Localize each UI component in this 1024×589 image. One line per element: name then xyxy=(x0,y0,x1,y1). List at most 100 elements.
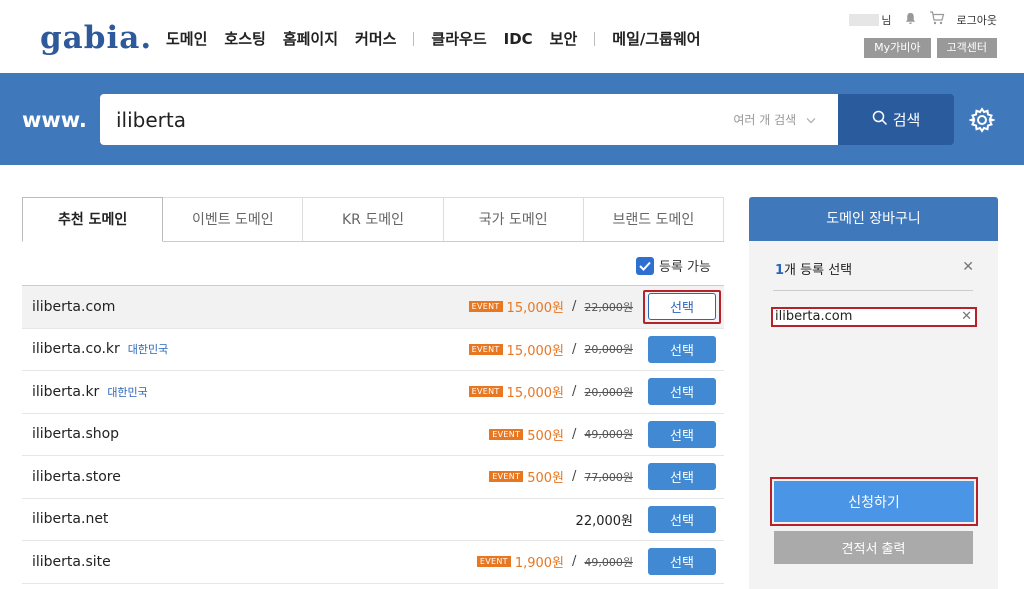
gear-icon[interactable] xyxy=(967,107,997,137)
domain-name: iliberta.shop xyxy=(32,426,120,443)
tab-brand[interactable]: 브랜드 도메인 xyxy=(583,197,725,241)
search-button[interactable]: 검색 xyxy=(838,94,954,145)
cart-count-number: 1 xyxy=(775,263,785,278)
sale-price: 15,000원 xyxy=(506,386,564,402)
cart-count-label: 개 등록 선택 xyxy=(784,263,853,278)
chevron-down-icon xyxy=(800,113,816,127)
price: EVENT 500원 / 49,000원 xyxy=(489,425,633,444)
cart-item: iliberta.com ✕ xyxy=(771,307,977,327)
multi-search-dropdown[interactable]: 여러 개 검색 xyxy=(733,111,816,128)
nav-divider xyxy=(594,31,596,46)
price-separator: / xyxy=(572,469,577,485)
tab-event[interactable]: 이벤트 도메인 xyxy=(163,197,304,241)
nav-idc[interactable]: IDC xyxy=(504,30,533,48)
table-row: iliberta.shop EVENT 500원 / 49,000원 선택 xyxy=(22,414,724,456)
available-only-label: 등록 가능 xyxy=(659,260,711,275)
user-name-masked xyxy=(849,13,880,26)
domain-text: iliberta.co.kr xyxy=(32,341,120,358)
multi-search-label: 여러 개 검색 xyxy=(733,113,797,127)
select-button[interactable]: 선택 xyxy=(648,505,716,533)
table-row: iliberta.kr 대한민국 EVENT 15,000원 / 20,000원 … xyxy=(22,371,724,414)
apply-button[interactable]: 신청하기 xyxy=(774,481,974,522)
domain-name: iliberta.net xyxy=(32,511,109,528)
original-price: 20,000원 xyxy=(584,385,633,399)
select-button[interactable]: 선택 xyxy=(648,420,716,448)
tab-recommended[interactable]: 추천 도메인 xyxy=(22,197,164,242)
table-row: iliberta.net 22,000원 선택 xyxy=(22,499,724,541)
search-box: 여러 개 검색 xyxy=(100,94,838,145)
nav-commerce[interactable]: 커머스 xyxy=(355,28,396,49)
nav-homepage[interactable]: 홈페이지 xyxy=(283,28,338,49)
price-separator: / xyxy=(572,554,577,570)
table-row: iliberta.com EVENT 15,000원 / 22,000원 선택 xyxy=(22,286,724,329)
sale-price: 15,000원 xyxy=(506,343,564,359)
tab-country[interactable]: 국가 도메인 xyxy=(443,197,584,241)
price: EVENT 15,000원 / 20,000원 xyxy=(468,340,633,359)
nav-security[interactable]: 보안 xyxy=(550,28,578,49)
original-price: 77,000원 xyxy=(584,470,633,484)
select-button[interactable]: 선택 xyxy=(648,378,716,406)
price-separator: / xyxy=(572,341,577,357)
original-price: 20,000원 xyxy=(584,343,633,357)
original-price: 49,000원 xyxy=(584,555,633,569)
select-button[interactable]: 선택 xyxy=(648,293,716,321)
sale-price: 500원 xyxy=(527,428,564,444)
cart-icon[interactable] xyxy=(929,11,945,28)
cart-title: 도메인 장바구니 xyxy=(749,197,998,241)
www-prefix: www. xyxy=(22,108,87,132)
nav-mail-groupware[interactable]: 메일/그룹웨어 xyxy=(612,28,700,49)
price: EVENT 500원 / 77,000원 xyxy=(489,467,633,486)
country-label: 대한민국 xyxy=(107,385,148,399)
search-button-label: 검색 xyxy=(892,111,921,129)
select-button[interactable]: 선택 xyxy=(648,463,716,491)
clear-cart-close-icon[interactable]: ✕ xyxy=(962,259,974,275)
event-badge: EVENT xyxy=(468,343,503,355)
regular-price: 22,000원 xyxy=(575,513,633,529)
cart-divider xyxy=(773,290,973,291)
sale-price: 15,000원 xyxy=(506,301,564,317)
logout-link[interactable]: 로그아웃 xyxy=(957,12,997,28)
event-badge: EVENT xyxy=(476,556,511,568)
cart-item-domain: iliberta.com xyxy=(775,309,853,324)
original-price: 22,000원 xyxy=(584,300,633,314)
select-button[interactable]: 선택 xyxy=(648,548,716,576)
table-row: iliberta.co.kr 대한민국 EVENT 15,000원 / 20,00… xyxy=(22,329,724,371)
support-button[interactable]: 고객센터 xyxy=(936,38,997,58)
original-price: 49,000원 xyxy=(584,428,633,442)
domain-name: iliberta.kr 대한민국 xyxy=(32,384,148,400)
tab-kr[interactable]: KR 도메인 xyxy=(303,197,444,241)
country-label: 대한민국 xyxy=(127,343,169,357)
domain-cart: 도메인 장바구니 1개 등록 선택 ✕ iliberta.com ✕ 신청하기 … xyxy=(749,197,998,589)
gabia-logo[interactable]: gabia. xyxy=(40,20,152,56)
price: EVENT 15,000원 / 22,000원 xyxy=(468,297,633,317)
print-quote-button[interactable]: 견적서 출력 xyxy=(774,531,973,564)
price-separator: / xyxy=(572,299,577,315)
user-suffix: 님 xyxy=(881,13,892,27)
bell-icon[interactable] xyxy=(904,12,917,28)
price: EVENT 1,900원 / 49,000원 xyxy=(476,552,633,572)
util-bar: 님 로그아웃 xyxy=(849,11,997,28)
search-icon xyxy=(872,110,893,130)
util-buttons: My가비아 고객센터 xyxy=(858,38,997,58)
remove-item-close-icon[interactable]: ✕ xyxy=(961,309,972,325)
header: gabia. 도메인 호스팅 홈페이지 커머스 클라우드 IDC 보안 메일/그… xyxy=(0,0,1024,73)
domain-tabs: 추천 도메인 이벤트 도메인 KR 도메인 국가 도메인 브랜드 도메인 xyxy=(22,197,725,242)
price: EVENT 15,000원 / 20,000원 xyxy=(468,382,633,402)
domain-name: iliberta.site xyxy=(32,553,111,570)
domain-name: iliberta.store xyxy=(32,468,121,485)
nav-hosting[interactable]: 호스팅 xyxy=(224,28,265,49)
domain-search-input[interactable] xyxy=(116,106,676,134)
available-only-checkbox[interactable]: 등록 가능 xyxy=(636,256,711,275)
nav-domain[interactable]: 도메인 xyxy=(166,28,207,49)
select-button[interactable]: 선택 xyxy=(648,335,716,363)
price-separator: / xyxy=(572,426,577,442)
domain-results: iliberta.com EVENT 15,000원 / 22,000원 선택 … xyxy=(22,285,724,584)
sale-price: 1,900원 xyxy=(514,556,564,572)
search-band: www. 여러 개 검색 검색 xyxy=(0,73,1024,165)
price-separator: / xyxy=(572,384,577,400)
price: 22,000원 xyxy=(576,510,633,529)
my-gabia-button[interactable]: My가비아 xyxy=(864,38,931,58)
domain-name: iliberta.com xyxy=(32,298,116,315)
table-row: iliberta.site EVENT 1,900원 / 49,000원 선택 xyxy=(22,541,724,584)
nav-cloud[interactable]: 클라우드 xyxy=(431,28,486,49)
